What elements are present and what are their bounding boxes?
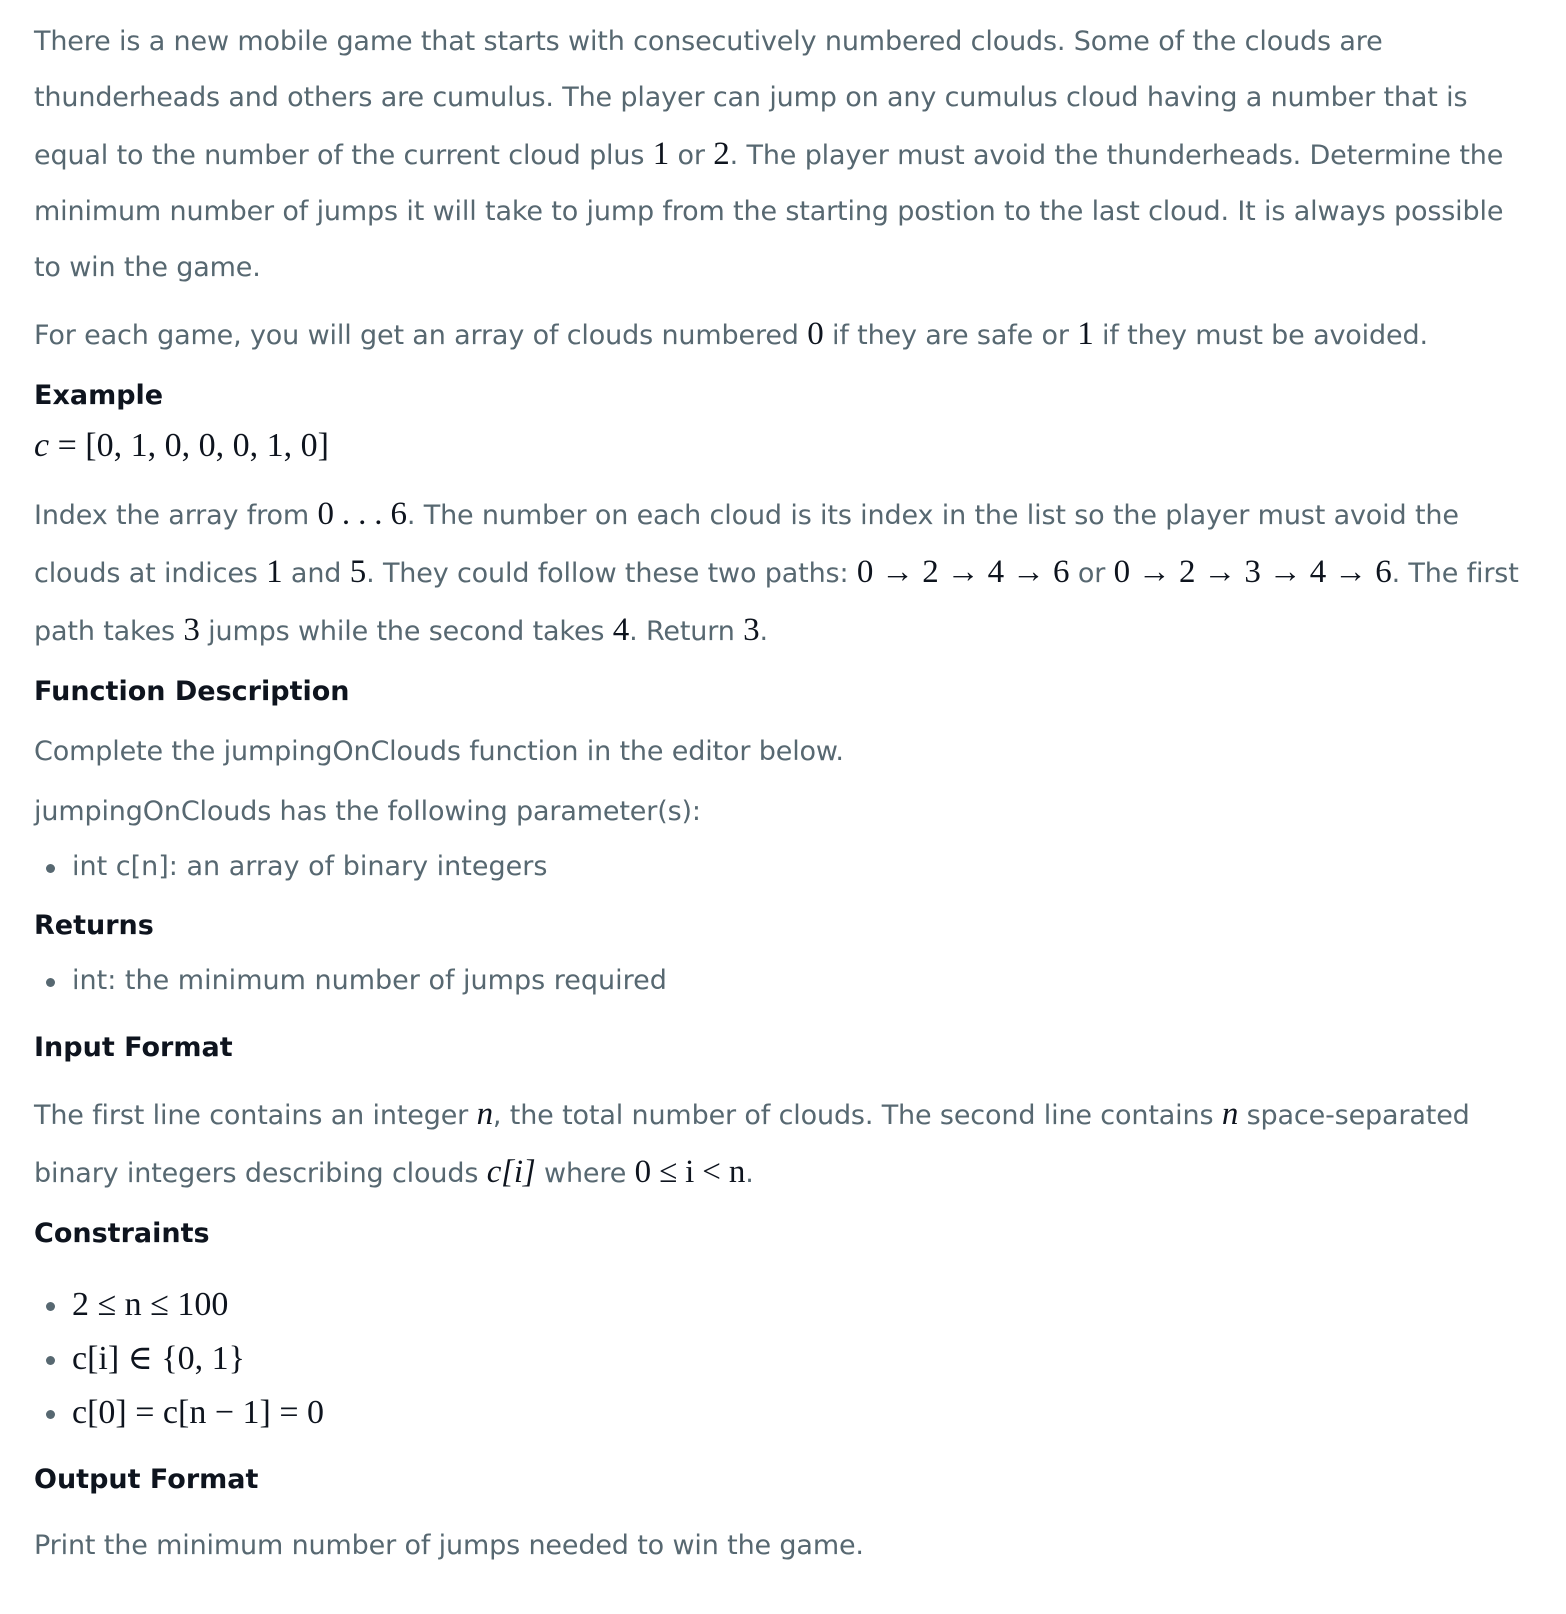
example-text: Index the array from [34, 500, 318, 531]
parameters-intro: jumpingOnClouds has the following parame… [34, 796, 701, 827]
parameter-list: int c[n]: an array of binary integers [34, 840, 1532, 894]
example-text: and [282, 558, 350, 589]
input-text: where [535, 1158, 635, 1189]
math-one: 1 [1077, 316, 1094, 352]
function-description-heading: Function Description [34, 676, 350, 707]
input-format-heading: Input Format [34, 1032, 233, 1063]
example-formula: c = [0, 1, 0, 0, 0, 1, 0] [34, 420, 1532, 472]
math-jumps-1: 3 [183, 612, 200, 648]
array-description-paragraph: For each game, you will get an array of … [34, 306, 1532, 364]
math-one: 1 [652, 136, 670, 172]
returns-list: int: the minimum number of jumps require… [34, 954, 1532, 1008]
returns-heading: Returns [34, 910, 154, 941]
example-explanation: Index the array from 0 . . . 6. The numb… [34, 486, 1532, 660]
input-format-text: The first line contains an integer n, th… [34, 1086, 1532, 1202]
constraints-list: 2 ≤ n ≤ 100 c[i] ∈ {0, 1} c[0] = c[n − 1… [34, 1278, 1532, 1440]
formula-variable: c [34, 427, 50, 464]
math-index: 5 [349, 554, 367, 590]
constraint-item: c[i] ∈ {0, 1} [34, 1332, 1532, 1386]
list-item: int: the minimum number of jumps require… [34, 954, 1532, 1008]
math-two: 2 [713, 136, 730, 172]
constraint-item: 2 ≤ n ≤ 100 [34, 1278, 1532, 1332]
input-text: . [745, 1158, 754, 1189]
math-n: n [1221, 1096, 1239, 1132]
list-item: int c[n]: an array of binary integers [34, 840, 1532, 894]
input-text: , the total number of clouds. The second… [492, 1100, 1222, 1131]
function-description-text: Complete the jumpingOnClouds function in… [34, 736, 844, 767]
constraint-item: c[0] = c[n − 1] = 0 [34, 1386, 1532, 1440]
math-return: 3 [743, 612, 760, 648]
example-text: . They could follow these two paths: [366, 558, 857, 589]
intro-paragraph: There is a new mobile game that starts w… [34, 14, 1532, 296]
example-text: or [1069, 558, 1114, 589]
math-index-bounds: 0 ≤ i < n [634, 1154, 746, 1190]
output-format-heading: Output Format [34, 1464, 259, 1495]
math-index: 1 [266, 554, 283, 590]
example-text: . [759, 616, 768, 647]
math-index-range: 0 . . . 6 [317, 496, 407, 532]
array-text-2: if they are safe or [823, 320, 1078, 351]
problem-statement: There is a new mobile game that starts w… [0, 0, 1566, 1574]
math-path-1: 0 → 2 → 4 → 6 [856, 554, 1070, 590]
formula-value: = [0, 1, 0, 0, 0, 1, 0] [49, 427, 329, 464]
array-text-3: if they must be avoided. [1093, 320, 1428, 351]
example-heading: Example [34, 380, 164, 411]
math-c-i: c[i] [486, 1154, 536, 1190]
example-text: jumps while the second takes [199, 616, 613, 647]
math-path-2: 0 → 2 → 3 → 4 → 6 [1113, 554, 1392, 590]
math-jumps-2: 4 [612, 612, 630, 648]
math-n: n [476, 1096, 494, 1132]
output-format-text: Print the minimum number of jumps needed… [34, 1530, 864, 1561]
array-text-1: For each game, you will get an array of … [34, 320, 808, 351]
input-text: The first line contains an integer [34, 1100, 477, 1131]
math-zero: 0 [807, 316, 824, 352]
constraints-heading: Constraints [34, 1218, 210, 1249]
intro-text-2: or [669, 140, 714, 171]
example-text: . Return [629, 616, 744, 647]
